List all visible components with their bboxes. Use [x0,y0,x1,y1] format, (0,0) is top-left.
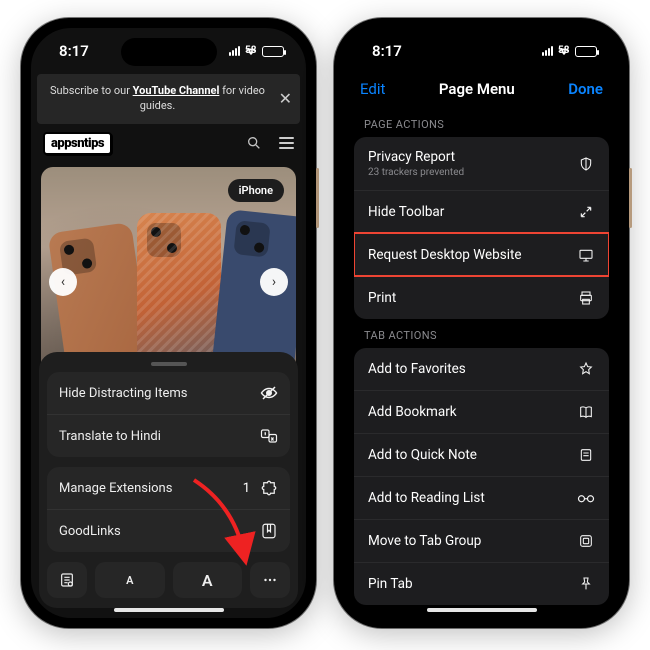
add-to-quick-note[interactable]: Add to Quick Note [354,433,609,476]
grabber[interactable] [151,362,187,366]
signal-icon [542,46,553,56]
page-menu-header: Edit Page Menu Done [344,76,619,108]
right-phone: 8:17 58 Edit Page Menu Done PAGE ACTIONS… [334,18,629,628]
row-label: Translate to Hindi [59,429,161,444]
section-header: PAGE ACTIONS [344,108,619,137]
action-sheet: Hide Distracting Items Translate to Hind… [39,352,298,608]
add-to-reading-list[interactable]: Add to Reading List [354,476,609,519]
close-icon[interactable]: ✕ [279,88,292,110]
next-icon[interactable]: › [260,268,288,296]
row-label: Add to Quick Note [368,447,477,463]
eye-off-icon [260,384,278,402]
row-label: Request Desktop Website [368,247,522,263]
search-icon[interactable] [245,134,263,152]
manage-extensions[interactable]: Manage Extensions 1 [47,467,290,509]
left-phone: 8:17 58 Subscribe to our YouTube Channel… [21,18,316,628]
pin-icon [577,575,595,593]
status-time: 8:17 [372,42,402,60]
translate-to-hindi[interactable]: Translate to Hindi [47,414,290,457]
hide-distracting-items[interactable]: Hide Distracting Items [47,372,290,414]
page-title: Page Menu [439,80,515,98]
dynamic-island [434,38,530,66]
sheet-group-2: Manage Extensions 1 GoodLinks [47,467,290,552]
banner-pre: Subscribe to our [50,84,133,97]
expand-icon [577,203,595,221]
bookmark-app-icon [260,522,278,540]
page-actions-list: Privacy Report 23 trackers prevented Hid… [354,137,609,319]
edit-button[interactable]: Edit [360,80,385,98]
status-icons: 58 [542,46,597,57]
row-label: Privacy Report [368,149,455,165]
add-to-favorites[interactable]: Add to Favorites [354,348,609,390]
left-screen: 8:17 58 Subscribe to our YouTube Channel… [31,28,306,618]
shield-icon [577,155,595,173]
dynamic-island [121,38,217,66]
text-larger-button[interactable]: A [173,562,243,598]
book-icon [577,403,595,421]
privacy-report[interactable]: Privacy Report 23 trackers prevented [354,137,609,190]
row-label: Manage Extensions [59,481,172,496]
row-label: Print [368,290,396,306]
request-desktop-website[interactable]: Request Desktop Website [354,233,609,276]
status-icons: 58 [229,46,284,57]
note-icon [577,446,595,464]
row-label: Add Bookmark [368,404,457,420]
more-button[interactable] [250,562,290,598]
text-smaller-button[interactable]: A [95,562,165,598]
signal-icon [229,46,240,56]
add-bookmark[interactable]: Add Bookmark [354,390,609,433]
pin-tab[interactable]: Pin Tab [354,562,609,605]
promo-banner[interactable]: Subscribe to our YouTube Channel for vid… [37,74,300,124]
sheet-tabbar: A A [47,562,290,598]
status-time: 8:17 [59,42,89,60]
battery-icon: 58 [575,46,597,57]
site-logo[interactable]: appsntips [43,132,112,155]
tab-actions-list: Add to Favorites Add Bookmark Add to Qui… [354,348,609,605]
home-indicator[interactable] [427,608,537,612]
battery-icon: 58 [262,46,284,57]
banner-link[interactable]: YouTube Channel [133,84,220,97]
printer-icon [577,289,595,307]
sheet-group-1: Hide Distracting Items Translate to Hind… [47,372,290,457]
row-label: Move to Tab Group [368,533,481,549]
move-to-tab-group[interactable]: Move to Tab Group [354,519,609,562]
puzzle-icon [260,479,278,497]
section-header: TAB ACTIONS [344,319,619,348]
square-grid-icon [577,532,595,550]
row-label: Add to Favorites [368,361,466,377]
right-screen: 8:17 58 Edit Page Menu Done PAGE ACTIONS… [344,28,619,618]
done-button[interactable]: Done [568,80,603,98]
hide-toolbar[interactable]: Hide Toolbar [354,190,609,233]
desktop-icon [577,246,595,264]
row-sub: 23 trackers prevented [368,167,464,178]
prev-icon[interactable]: ‹ [49,268,77,296]
row-label: GoodLinks [59,524,121,539]
print[interactable]: Print [354,276,609,319]
category-pill[interactable]: iPhone [228,179,284,202]
goodlinks[interactable]: GoodLinks [47,509,290,552]
menu-icon[interactable] [279,137,294,149]
reader-button[interactable] [47,562,87,598]
translate-icon [260,427,278,445]
row-label: Add to Reading List [368,490,485,506]
row-label: Hide Distracting Items [59,386,187,401]
extensions-badge: 1 [243,481,250,496]
row-label: Pin Tab [368,576,413,592]
home-indicator[interactable] [114,608,224,612]
star-icon [577,360,595,378]
row-label: Hide Toolbar [368,204,444,220]
glasses-icon [577,489,595,507]
site-header: appsntips [31,124,306,163]
